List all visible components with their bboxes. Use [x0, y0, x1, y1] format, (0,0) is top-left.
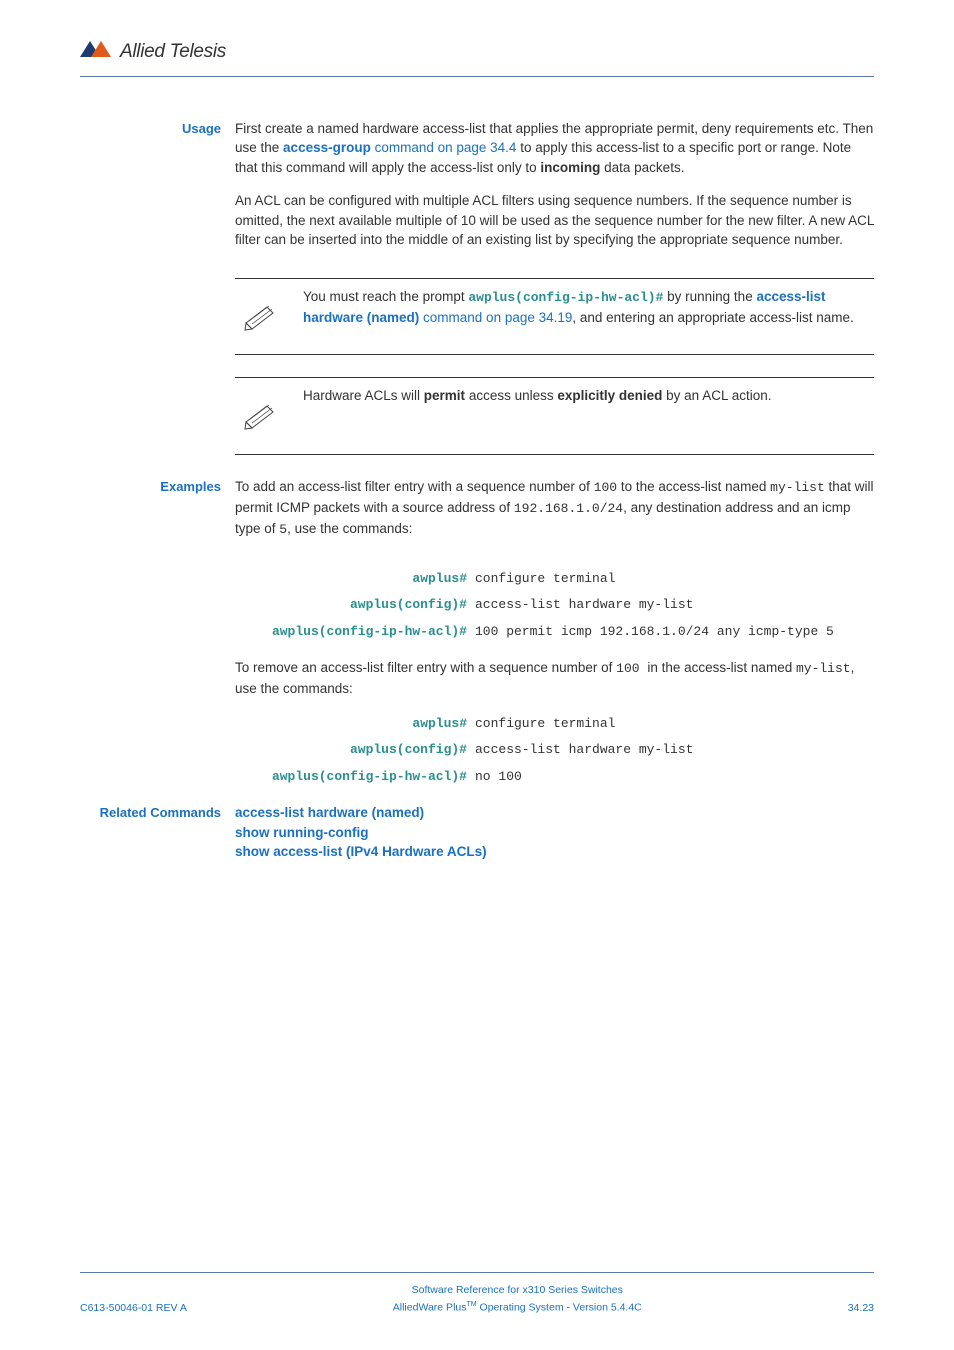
usage-para-2: An ACL can be configured with multiple A…	[235, 191, 874, 250]
cmd-text: access-list hardware my-list	[475, 597, 693, 612]
related-section: Related Commands access-list hardware (n…	[80, 803, 874, 862]
examples-intro-1: To add an access-list filter entry with …	[235, 477, 874, 540]
cmd-prompt: awplus#	[412, 716, 467, 731]
note-text-1: You must reach the prompt awplus(config-…	[303, 287, 874, 327]
note-icon	[243, 400, 277, 436]
related-link[interactable]: access-list hardware (named)	[235, 803, 874, 823]
footer-center-line2: AlliedWare PlusTM Operating System - Ver…	[187, 1300, 848, 1316]
related-label: Related Commands	[80, 803, 235, 862]
page-footer: C613-50046-01 REV A Software Reference f…	[80, 1272, 874, 1316]
cmd-prompt: awplus(config)#	[350, 742, 467, 757]
command-block-1: awplus# configure terminal awplus(config…	[80, 568, 874, 643]
cmd-text: access-list hardware my-list	[475, 742, 693, 757]
examples-intro-2: To remove an access-list filter entry wi…	[235, 658, 874, 698]
related-link[interactable]: show running-config	[235, 823, 874, 843]
related-link[interactable]: show access-list (IPv4 Hardware ACLs)	[235, 842, 874, 862]
usage-label: Usage	[80, 119, 235, 264]
examples-label: Examples	[80, 477, 235, 554]
note-text-2: Hardware ACLs will permit access unless …	[303, 386, 874, 406]
footer-center-line1: Software Reference for x310 Series Switc…	[187, 1283, 848, 1298]
logo-text: Allied Telesis	[120, 38, 226, 66]
cmd-text: no 100	[475, 769, 522, 784]
brand-logo: Allied Telesis	[80, 38, 874, 66]
cmd-prompt: awplus(config-ip-hw-acl)#	[272, 769, 467, 784]
link-access-group[interactable]: access-group command on page 34.4	[283, 140, 516, 155]
cmd-text: configure terminal	[475, 571, 615, 586]
note-box-1: You must reach the prompt awplus(config-…	[235, 278, 874, 356]
usage-section: Usage First create a named hardware acce…	[80, 119, 874, 264]
cmd-prompt: awplus(config-ip-hw-acl)#	[272, 624, 467, 639]
logo-icon	[80, 39, 114, 65]
header-rule	[80, 76, 874, 77]
examples-section: Examples To add an access-list filter en…	[80, 477, 874, 554]
usage-para-1: First create a named hardware access-lis…	[235, 119, 874, 178]
command-block-2: awplus# configure terminal awplus(config…	[80, 713, 874, 788]
note-box-2: Hardware ACLs will permit access unless …	[235, 377, 874, 455]
footer-left: C613-50046-01 REV A	[80, 1301, 187, 1316]
footer-page-number: 34.23	[848, 1301, 874, 1316]
cmd-prompt: awplus#	[412, 571, 467, 586]
cmd-prompt: awplus(config)#	[350, 597, 467, 612]
note-icon	[243, 301, 277, 337]
cmd-text: configure terminal	[475, 716, 615, 731]
cmd-text: 100 permit icmp 192.168.1.0/24 any icmp-…	[475, 624, 834, 639]
